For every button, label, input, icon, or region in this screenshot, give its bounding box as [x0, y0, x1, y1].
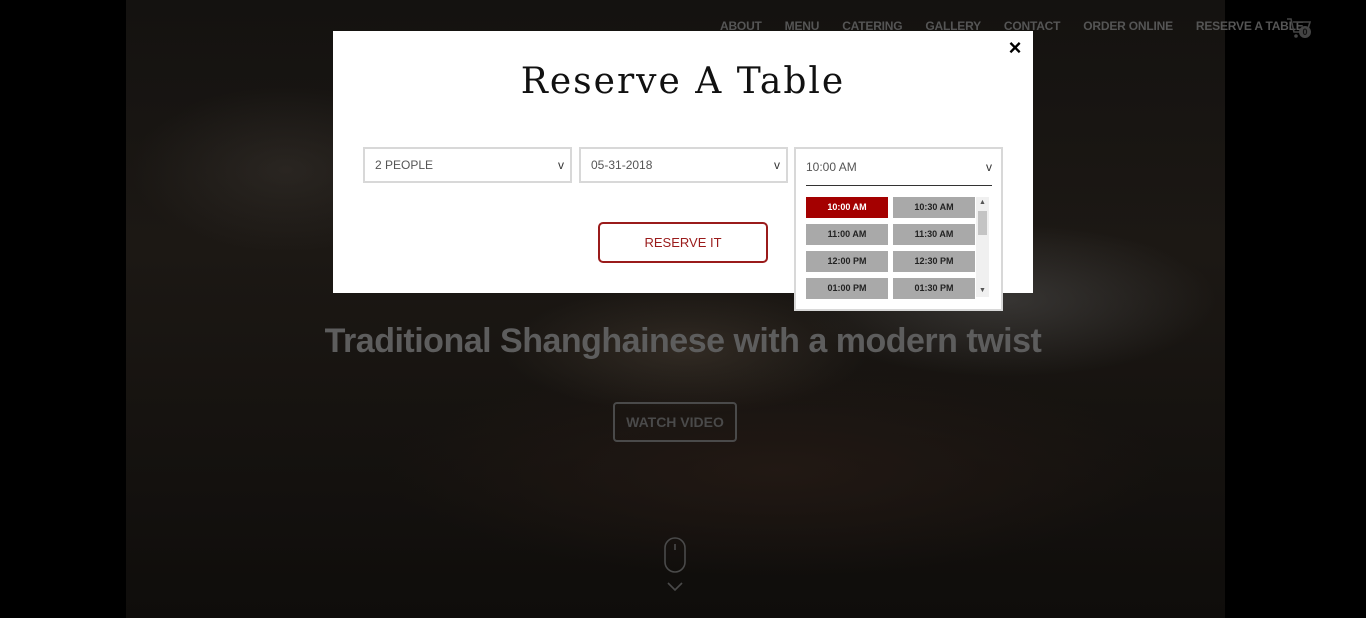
chevron-down-icon: v	[986, 160, 992, 174]
date-select[interactable]: 05-31-2018 v	[579, 147, 788, 183]
scroll-up-arrow-icon[interactable]: ▲	[976, 197, 989, 209]
time-select[interactable]: 10:00 AM v 10:00 AM 10:30 AM 11:00 AM 11…	[794, 147, 1003, 311]
time-list-scrollbar[interactable]: ▲ ▼	[976, 197, 989, 297]
scrollbar-thumb[interactable]	[978, 211, 987, 235]
time-select-value[interactable]: 10:00 AM v	[806, 149, 992, 186]
nav-order-online[interactable]: ORDER ONLINE	[1083, 19, 1173, 33]
time-slot[interactable]: 11:00 AM	[806, 224, 888, 245]
time-slot[interactable]: 12:00 PM	[806, 251, 888, 272]
hero-tagline: Traditional Shanghainese with a modern t…	[324, 322, 1042, 360]
modal-title: Reserve A Table	[520, 61, 846, 102]
time-slot[interactable]: 10:30 AM	[893, 197, 975, 218]
time-slot-list: 10:00 AM 10:30 AM 11:00 AM 11:30 AM 12:0…	[806, 197, 976, 299]
watch-video-button[interactable]: WATCH VIDEO	[613, 402, 737, 442]
chevron-down-icon: v	[774, 158, 780, 172]
mouse-scroll-icon[interactable]	[664, 537, 686, 573]
time-slot[interactable]: 10:00 AM	[806, 197, 888, 218]
reserve-it-button[interactable]: RESERVE IT	[598, 222, 768, 263]
close-icon[interactable]: ×	[1005, 37, 1025, 59]
right-margin	[1225, 0, 1366, 618]
time-slot[interactable]: 01:00 PM	[806, 278, 888, 299]
scroll-down-chevron-icon[interactable]	[667, 582, 683, 592]
time-slot[interactable]: 11:30 AM	[893, 224, 975, 245]
time-slot[interactable]: 12:30 PM	[893, 251, 975, 272]
time-value: 10:00 AM	[806, 160, 857, 174]
party-size-select[interactable]: 2 PEOPLE v	[363, 147, 572, 183]
chevron-down-icon: v	[558, 158, 564, 172]
time-slot[interactable]: 01:30 PM	[893, 278, 975, 299]
date-value: 05-31-2018	[591, 158, 653, 172]
scroll-down-arrow-icon[interactable]: ▼	[976, 285, 989, 297]
cart-count-badge: 0	[1299, 26, 1311, 38]
party-size-value: 2 PEOPLE	[375, 158, 434, 172]
left-margin	[0, 0, 126, 618]
